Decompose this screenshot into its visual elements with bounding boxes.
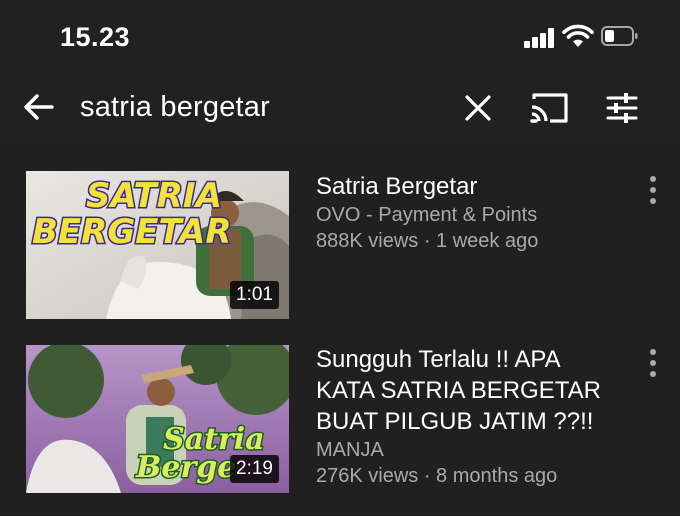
back-arrow-icon[interactable]: [22, 90, 56, 124]
more-options-icon[interactable]: [642, 346, 664, 380]
status-bar: 15.23: [0, 0, 680, 70]
thumbnail-logo-line2: BERGETAR: [32, 212, 232, 252]
wifi-icon: [562, 24, 594, 47]
video-result[interactable]: Satria Berge 2:19 Sungguh Terlalu !! APA…: [0, 344, 680, 504]
video-meta: 888K views · 1 week ago: [316, 230, 539, 252]
video-info: Satria Bergetar OVO - Payment & Points 8…: [316, 171, 626, 254]
video-duration: 1:01: [230, 281, 279, 309]
thumbnail-logo-line2: Berge: [135, 450, 236, 485]
video-channel[interactable]: MANJA: [316, 437, 626, 463]
clear-icon[interactable]: [462, 92, 494, 124]
signal-icon: [524, 28, 556, 48]
video-title-line[interactable]: Sungguh Terlalu !! APA: [316, 344, 626, 375]
video-thumbnail[interactable]: Satria Berge 2:19: [26, 345, 289, 493]
video-channel[interactable]: OVO - Payment & Points: [316, 202, 626, 228]
battery-icon: [601, 26, 638, 46]
video-thumbnail[interactable]: SATRIA BERGETAR 1:01: [26, 171, 289, 319]
more-options-icon[interactable]: [642, 173, 664, 207]
video-result[interactable]: SATRIA BERGETAR 1:01 Satria Bergetar OVO…: [0, 171, 680, 321]
video-info: Sungguh Terlalu !! APA KATA SATRIA BERGE…: [316, 344, 626, 489]
filter-icon[interactable]: [604, 90, 640, 126]
status-time: 15.23: [60, 22, 131, 52]
video-meta: 276K views · 8 months ago: [316, 465, 558, 487]
search-query-field[interactable]: satria bergetar: [80, 91, 270, 124]
search-results-list: SATRIA BERGETAR 1:01 Satria Bergetar OVO…: [0, 148, 680, 516]
thumbnail-logo-line1: SATRIA: [86, 176, 222, 216]
video-title[interactable]: Satria Bergetar: [316, 171, 626, 202]
video-duration: 2:19: [230, 455, 279, 483]
video-title-line[interactable]: KATA SATRIA BERGETAR: [316, 375, 626, 406]
video-title-line[interactable]: BUAT PILGUB JATIM ??!!: [316, 406, 626, 437]
cast-icon[interactable]: [528, 90, 570, 126]
